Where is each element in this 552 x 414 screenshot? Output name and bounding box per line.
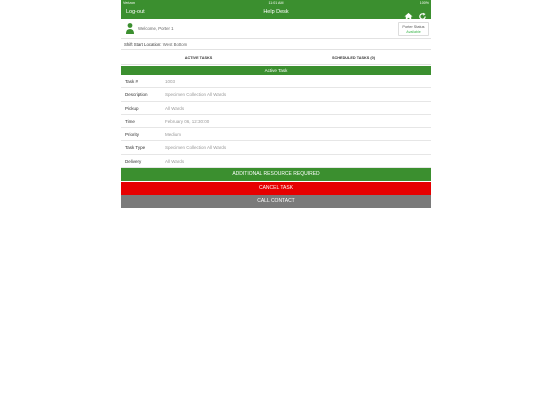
detail-value: February 06, 12:30:00 (165, 118, 210, 124)
detail-row-priority: Priority Medium (121, 128, 431, 142)
nav-bar: Log-out Help Desk (121, 6, 431, 21)
detail-label: Pickup (125, 105, 139, 111)
detail-value: 1003 (165, 79, 176, 84)
detail-row-delivery: Delivery All Wards (121, 155, 431, 169)
page-title: Help Desk (263, 9, 289, 15)
call-contact-button[interactable]: CALL CONTACT (121, 195, 431, 208)
detail-value: Specimen Collection All Wards (165, 145, 227, 151)
porter-status-label: Porter Status (402, 25, 425, 29)
task-detail-list: Task # 1003 Description Specimen Collect… (121, 75, 431, 169)
shift-start-location: Shift Start Location: West Bottom (121, 39, 431, 50)
detail-label: Delivery (125, 158, 142, 164)
detail-row-task-type: Task Type Specimen Collection All Wards (121, 141, 431, 155)
shift-start-label: Shift Start Location: (124, 42, 162, 47)
porter-avatar-icon (125, 22, 135, 35)
tab-divider (121, 64, 431, 65)
home-icon[interactable] (404, 8, 413, 21)
task-tabs: ACTIVE TASKS SCHEDULED TASKS (0) (121, 54, 431, 65)
detail-value: Specimen Collection All Wards (165, 92, 227, 98)
detail-row-task-number: Task # 1003 (121, 75, 431, 89)
cancel-task-button[interactable]: CANCEL TASK (121, 182, 431, 195)
detail-value: All Wards (165, 105, 185, 111)
detail-value: Medium (165, 132, 182, 138)
detail-label: Time (125, 118, 135, 124)
active-task-header: Active Task (121, 66, 431, 75)
porter-status-value: Available (406, 30, 421, 34)
welcome-panel: Welcome, Porter 1 Porter Status Availabl… (121, 19, 431, 39)
detail-row-description: Description Specimen Collection All Ward… (121, 88, 431, 102)
detail-value: All Wards (165, 158, 185, 164)
refresh-icon[interactable] (418, 8, 427, 20)
welcome-message: Welcome, Porter 1 (138, 26, 174, 31)
tab-active-tasks[interactable]: ACTIVE TASKS (121, 54, 276, 65)
detail-label: Priority (125, 132, 140, 138)
additional-resource-button[interactable]: ADDITIONAL RESOURCE REQUIRED (121, 168, 431, 181)
detail-label: Task Type (125, 145, 146, 151)
tab-scheduled-tasks[interactable]: SCHEDULED TASKS (0) (276, 54, 431, 64)
porter-status-box[interactable]: Porter Status Available (398, 22, 429, 36)
detail-row-time: Time February 06, 12:30:00 (121, 115, 431, 129)
nav-actions (404, 8, 427, 21)
detail-row-pickup: Pickup All Wards (121, 102, 431, 115)
shift-start-value: West Bottom (162, 42, 188, 47)
detail-label: Description (125, 92, 148, 98)
detail-label: Task # (125, 79, 139, 84)
